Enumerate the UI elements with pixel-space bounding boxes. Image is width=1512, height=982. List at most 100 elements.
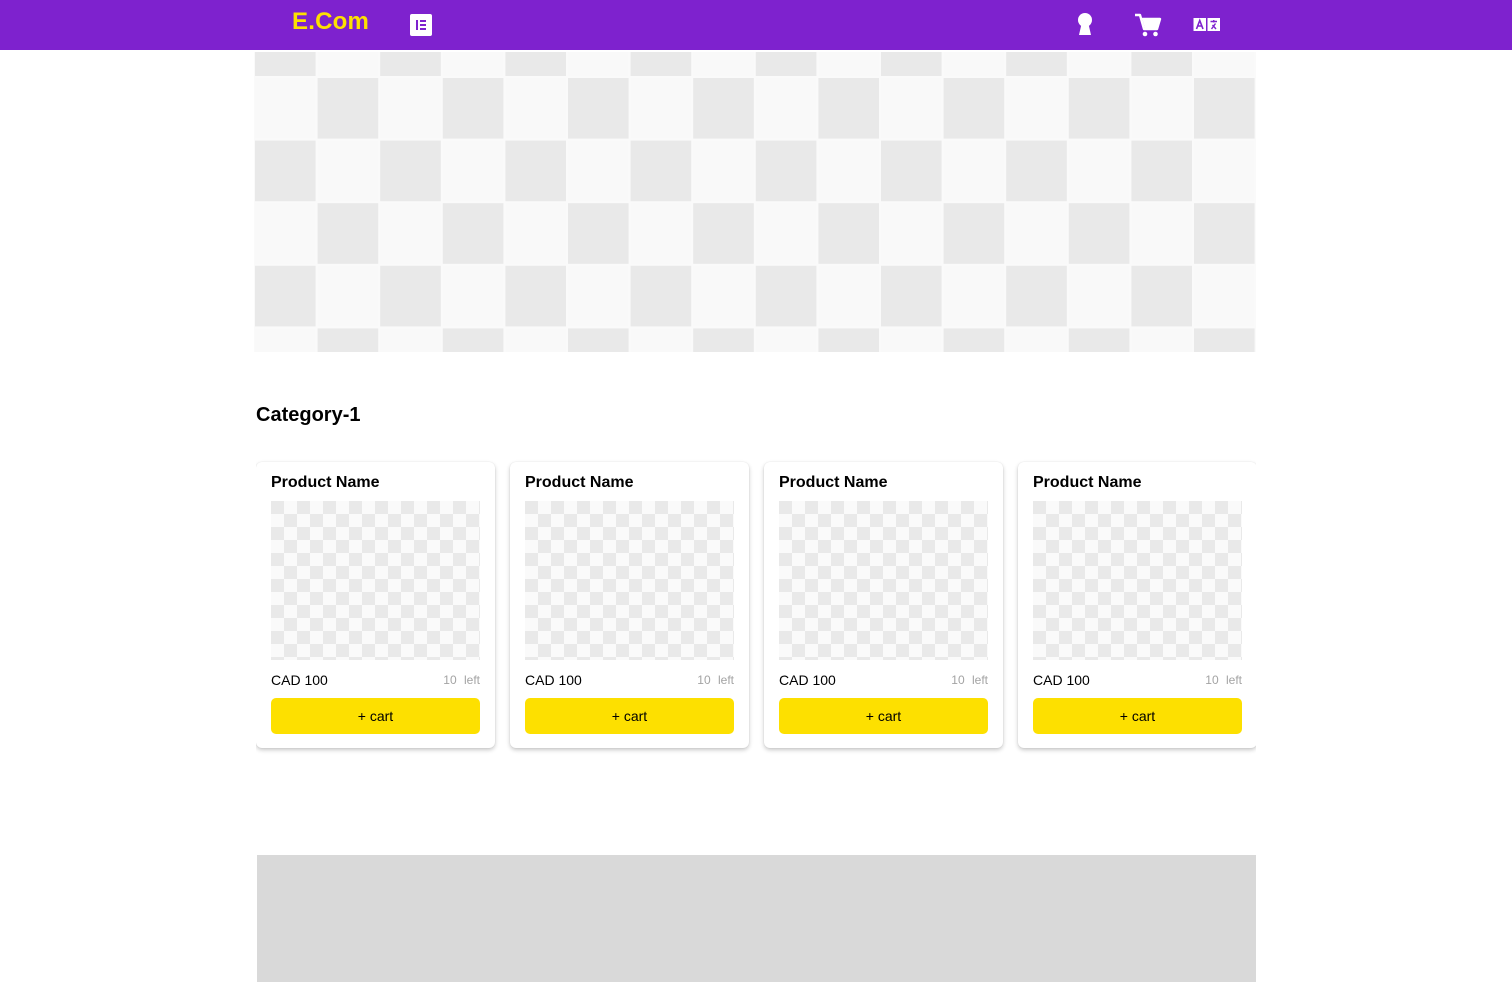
hero-tile — [818, 265, 879, 327]
product-name[interactable]: Product Name — [1033, 474, 1141, 492]
menu-button[interactable] — [410, 14, 432, 36]
hero-tile — [442, 52, 504, 76]
hero-tile — [693, 203, 754, 264]
hero-tile — [317, 140, 379, 202]
hero-tile — [380, 265, 441, 327]
hero-tile — [255, 328, 316, 352]
hero-tile — [1131, 328, 1192, 352]
product-card[interactable]: Product Name CAD 100 10 left + cart — [510, 462, 749, 748]
hero-tile — [755, 203, 817, 264]
hero-tile — [1068, 140, 1130, 202]
hero-tile — [568, 140, 629, 202]
language-button[interactable] — [1193, 17, 1221, 33]
hero-tile — [630, 52, 692, 76]
product-image[interactable] — [271, 501, 480, 660]
add-to-cart-button[interactable]: + cart — [271, 698, 480, 734]
product-card[interactable]: Product Name CAD 100 10 left + cart — [764, 462, 1003, 748]
hero-tile — [568, 203, 629, 264]
hero-tile — [1194, 140, 1255, 202]
hero-tile — [1068, 52, 1130, 76]
hero-tile — [1006, 328, 1067, 352]
hero-tile — [505, 78, 566, 139]
hero-tile — [1131, 203, 1192, 264]
hero-tile — [442, 203, 504, 264]
product-card[interactable]: Product Name CAD 100 10 left + cart — [256, 462, 495, 748]
product-stock: 10 left — [951, 673, 988, 687]
product-stock: 10 left — [697, 673, 734, 687]
hero-tile — [255, 203, 316, 264]
hero-tile — [442, 78, 504, 139]
product-card[interactable]: Product Name CAD 100 10 left + cart — [1018, 462, 1256, 748]
hero-tile — [755, 78, 817, 139]
hero-tile — [380, 78, 441, 139]
hero-tile — [317, 203, 379, 264]
translate-icon — [1193, 18, 1220, 31]
hero-tile — [881, 265, 942, 327]
product-price: CAD 100 — [271, 672, 328, 688]
hero-tile — [1006, 78, 1067, 139]
hero-tile — [505, 52, 566, 76]
hero-tile — [1131, 265, 1192, 327]
hero-tile — [505, 203, 566, 264]
product-name[interactable]: Product Name — [779, 474, 887, 492]
product-carousel[interactable]: Product Name CAD 100 10 left + cart Prod… — [256, 455, 1256, 765]
hero-tile — [630, 265, 692, 327]
hero-tile — [818, 52, 879, 76]
hero-tile — [818, 328, 879, 352]
hero-tile — [943, 52, 1005, 76]
hero-tile — [693, 52, 754, 76]
hero-tile — [1006, 265, 1067, 327]
account-button[interactable] — [1074, 12, 1096, 38]
product-name[interactable]: Product Name — [525, 474, 633, 492]
hero-tile — [1194, 265, 1255, 327]
hero-banner — [254, 52, 1256, 352]
hero-tile — [630, 78, 692, 139]
hero-tile — [1068, 203, 1130, 264]
hero-tile — [1194, 328, 1255, 352]
hero-tile — [1131, 140, 1192, 202]
category-title: Category-1 — [256, 404, 361, 426]
footer — [257, 855, 1256, 982]
hero-tile — [1194, 203, 1255, 264]
hero-tile — [317, 265, 379, 327]
hero-tile — [755, 52, 817, 76]
hero-tile — [630, 140, 692, 202]
hero-tile — [630, 328, 692, 352]
product-image[interactable] — [1033, 501, 1242, 660]
add-to-cart-button[interactable]: + cart — [525, 698, 734, 734]
hero-tile — [881, 52, 942, 76]
product-image[interactable] — [779, 501, 988, 660]
hero-tile — [818, 140, 879, 202]
hero-tile — [568, 265, 629, 327]
hero-tile — [255, 140, 316, 202]
hero-tile — [380, 140, 441, 202]
hero-tile — [755, 140, 817, 202]
cart-button[interactable] — [1134, 12, 1162, 38]
product-stock: 10 left — [443, 673, 480, 687]
hero-tile — [442, 328, 504, 352]
hero-tile — [1194, 78, 1255, 139]
product-price: CAD 100 — [525, 672, 582, 688]
hero-tile — [1006, 140, 1067, 202]
hero-tile — [881, 203, 942, 264]
hero-tile — [380, 328, 441, 352]
product-name[interactable]: Product Name — [271, 474, 379, 492]
hero-tile — [943, 328, 1005, 352]
hero-tile — [442, 265, 504, 327]
hero-tile — [568, 328, 629, 352]
hero-tile — [568, 78, 629, 139]
logo[interactable]: E.Com — [292, 8, 369, 36]
add-to-cart-button[interactable]: + cart — [1033, 698, 1242, 734]
hero-tile — [1068, 265, 1130, 327]
product-image[interactable] — [525, 501, 734, 660]
product-stock: 10 left — [1205, 673, 1242, 687]
hero-tile — [693, 78, 754, 139]
hero-tile — [630, 203, 692, 264]
hero-tile — [1131, 78, 1192, 139]
keyhole-user-icon — [1078, 13, 1092, 35]
hero-tile — [693, 140, 754, 202]
hero-tile — [317, 78, 379, 139]
hero-tile — [943, 78, 1005, 139]
add-to-cart-button[interactable]: + cart — [779, 698, 988, 734]
hero-tile — [1068, 328, 1130, 352]
